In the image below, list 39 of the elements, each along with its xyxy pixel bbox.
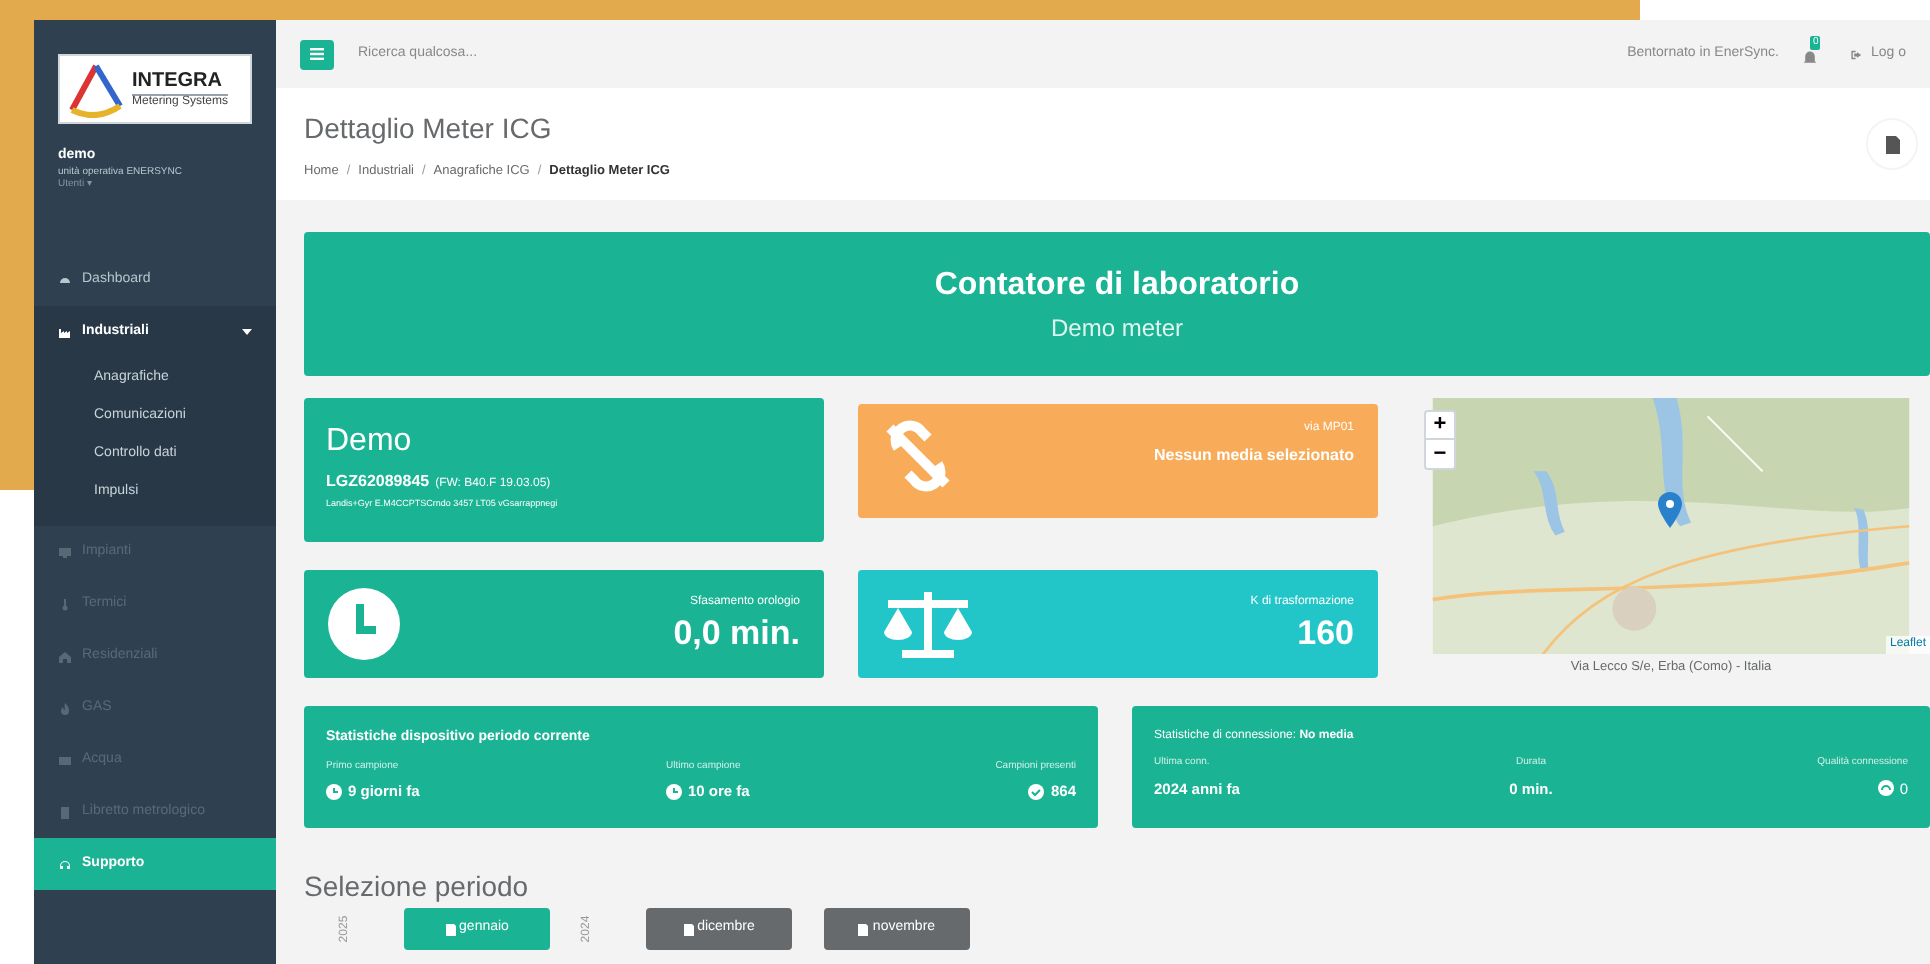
metric-value: 160: [1297, 611, 1354, 655]
sign-out-icon: [1850, 47, 1865, 61]
menu-icon: [310, 48, 324, 60]
balance-scale-icon: [882, 588, 974, 660]
gauge-icon: [1877, 780, 1894, 797]
file-icon: [445, 923, 456, 935]
file-icon: [683, 923, 694, 935]
broken-link-icon: [882, 420, 954, 492]
thermometer-icon: [58, 597, 72, 612]
headset-icon: [58, 857, 72, 872]
logo-icon: [66, 61, 126, 117]
serial-number: LGZ62089845: [326, 470, 430, 494]
gauge-icon: [58, 273, 72, 288]
export-button[interactable]: [1866, 118, 1918, 170]
section-title: Selezione periodo: [304, 872, 531, 900]
banner-title: Contatore di laboratorio: [934, 266, 1300, 306]
clock-icon: [666, 783, 682, 800]
metric-value: Nessun media selezionato: [1153, 444, 1354, 468]
book-icon: [58, 805, 72, 820]
menu-button[interactable]: [300, 39, 334, 69]
zoom-in-button[interactable]: +: [1426, 412, 1454, 440]
file-icon: [1885, 135, 1899, 153]
monitor-icon: [58, 545, 72, 560]
clock-icon: [328, 588, 400, 660]
banner-subtitle: Demo meter: [1050, 312, 1184, 346]
brand-name: INTEGRA: [132, 71, 224, 91]
file-icon: [858, 923, 869, 935]
flame-icon: [58, 701, 72, 716]
check-icon: [1028, 783, 1045, 800]
metric-value: 0,0 min.: [673, 611, 800, 655]
clock-icon: [326, 783, 342, 800]
page-title: Dettaglio Meter ICG: [304, 109, 554, 148]
factory-icon: [58, 325, 72, 340]
caret-icon: [242, 328, 252, 337]
map-pin-icon: [1658, 492, 1682, 528]
device-name: Demo: [326, 426, 414, 458]
bell-icon: [1802, 50, 1819, 66]
zoom-out-button[interactable]: −: [1426, 440, 1454, 468]
house-icon: [58, 649, 72, 664]
